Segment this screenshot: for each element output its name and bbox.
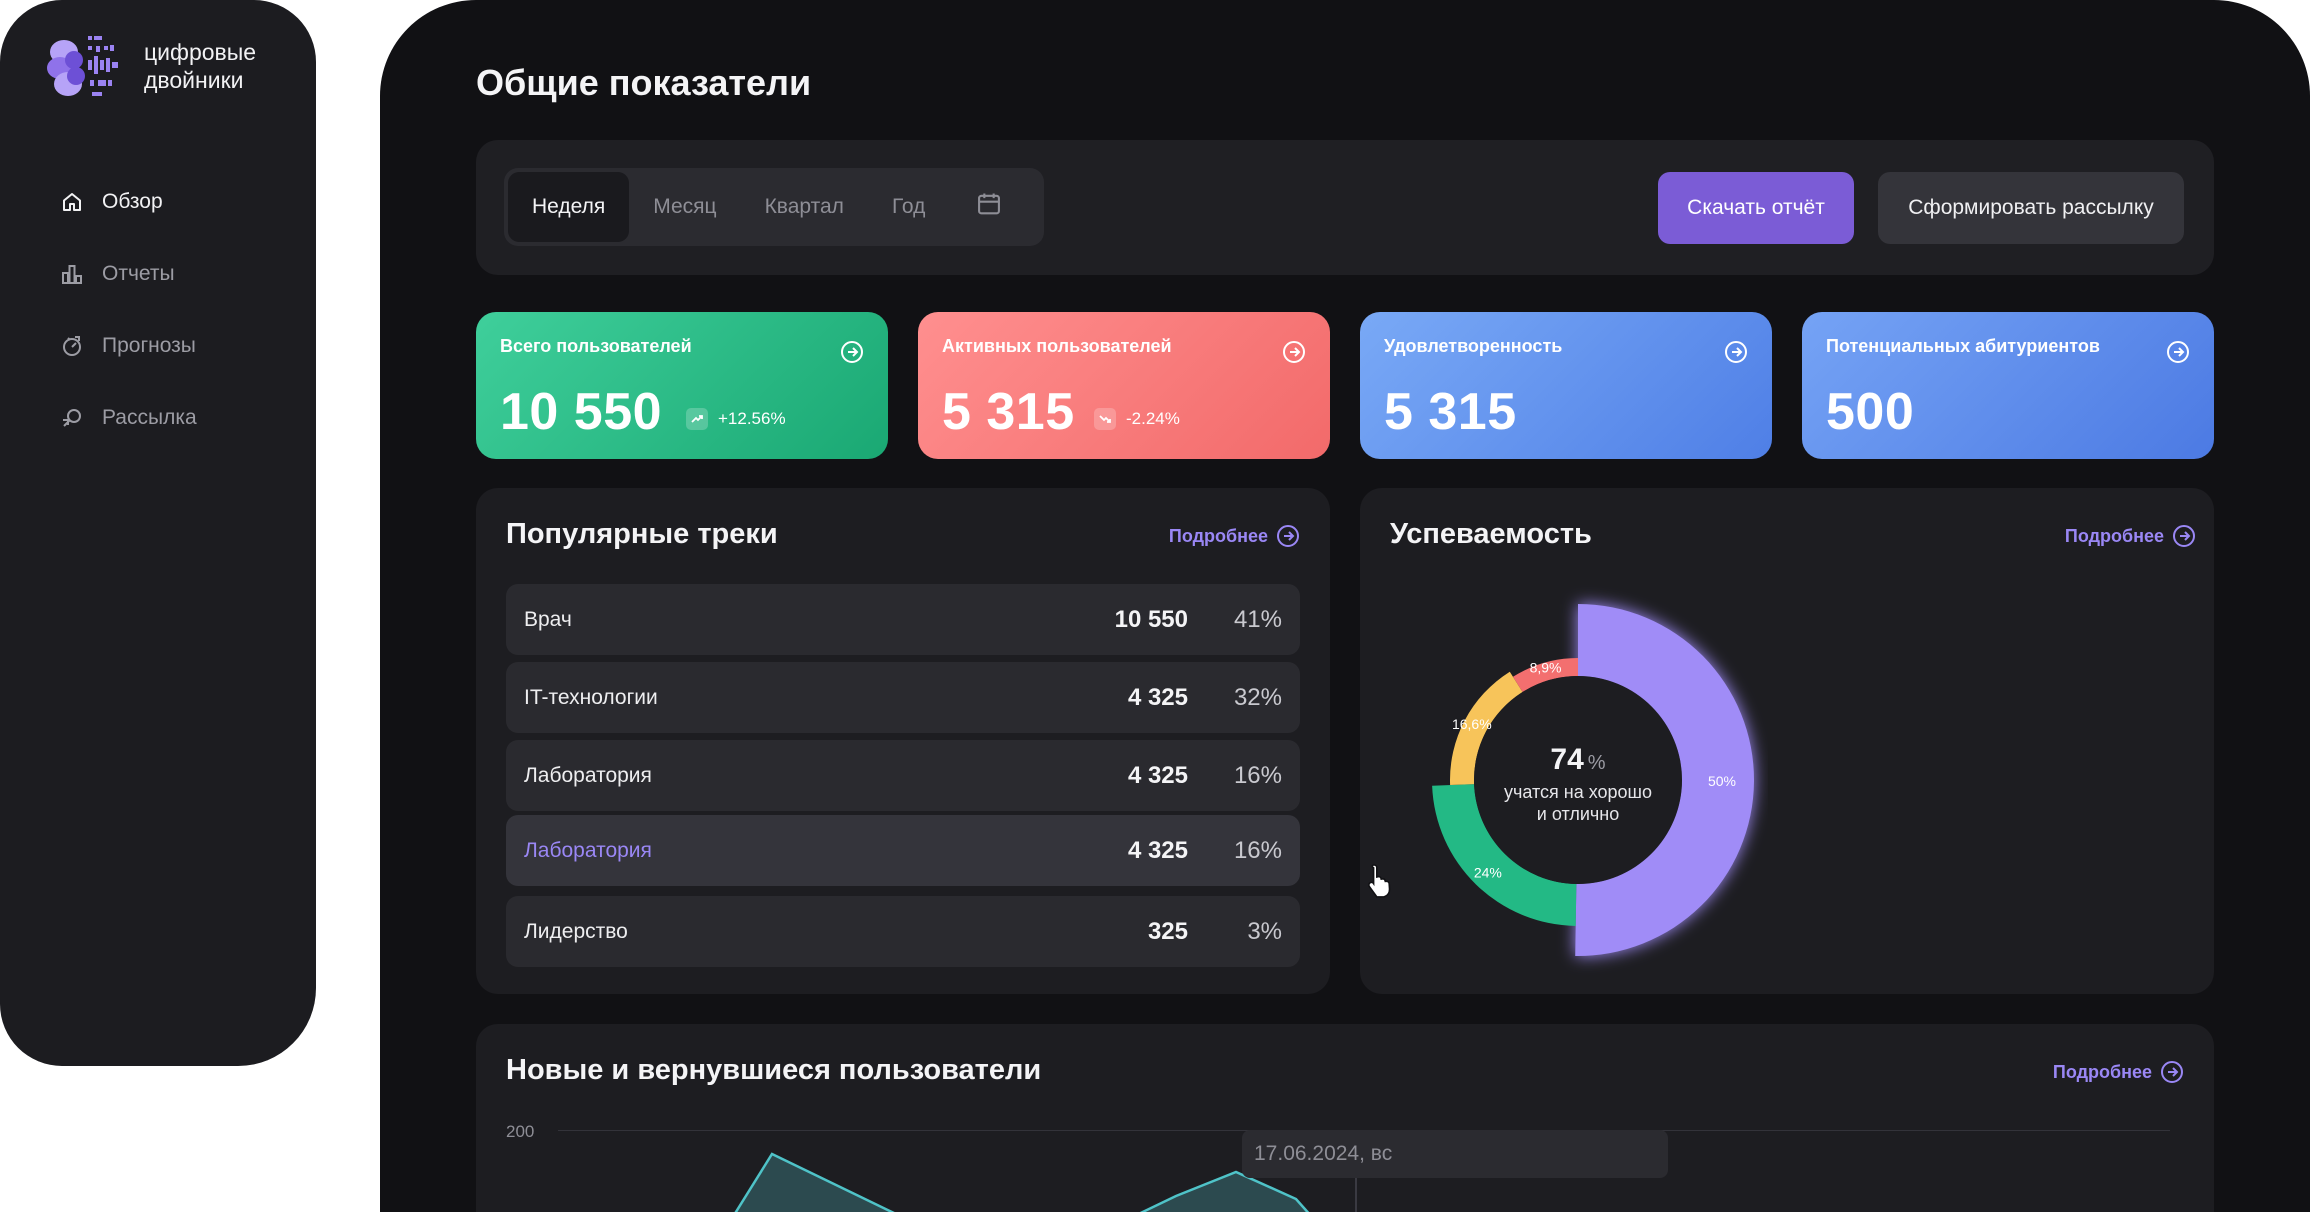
area-series-1-peak bbox=[1139, 1170, 1310, 1212]
trend-down-icon bbox=[1094, 408, 1116, 430]
forecast-icon bbox=[58, 332, 86, 360]
create-mailing-button[interactable]: Сформировать рассылку bbox=[1878, 172, 2184, 244]
kpi-value: 5 315 bbox=[942, 383, 1075, 441]
track-count: 325 bbox=[1147, 917, 1188, 945]
sidebar: цифровые двойники Обзор Отчеты Прогнозы … bbox=[0, 0, 316, 1066]
kpi-label: Потенциальных абитуриентов bbox=[1826, 336, 2100, 356]
panel-title: Популярные треки bbox=[506, 518, 778, 550]
popular-tracks-panel: Популярные треки Подробнее Врач 10 550 4… bbox=[476, 488, 1330, 994]
track-count: 4 325 bbox=[1127, 836, 1188, 864]
track-name: Врач bbox=[524, 607, 572, 631]
track-row[interactable]: Лаборатория 4 325 16% bbox=[506, 740, 1300, 811]
trend-up-icon bbox=[686, 408, 708, 430]
track-percent: 16% bbox=[1233, 761, 1282, 789]
arrow-circle-right-icon bbox=[1725, 341, 1747, 363]
brand-line-2: двойники bbox=[144, 67, 244, 93]
kpi-delta-value: +12.56% bbox=[718, 409, 786, 428]
track-row[interactable]: IT-технологии 4 325 32% bbox=[506, 662, 1300, 733]
donut-slice-label: 16,6% bbox=[1452, 716, 1492, 732]
track-row-hovered[interactable]: Лаборатория 4 325 16% bbox=[506, 815, 1300, 886]
donut-center-caption-2: и отлично bbox=[1537, 804, 1619, 824]
sidebar-item-forecasts[interactable]: Прогнозы bbox=[58, 310, 197, 382]
period-switcher: Неделя Месяц Квартал Год bbox=[504, 168, 1044, 246]
track-percent: 32% bbox=[1233, 683, 1282, 711]
donut-slice-label: 24% bbox=[1474, 864, 1502, 880]
calendar-icon bbox=[975, 190, 1003, 224]
panel-title: Успеваемость bbox=[1390, 518, 1592, 550]
period-year[interactable]: Год bbox=[868, 172, 949, 242]
kpi-delta-value: -2.24% bbox=[1126, 409, 1180, 428]
track-name: IT-технологии bbox=[524, 685, 658, 709]
kpi-value: 10 550 bbox=[500, 383, 663, 441]
new-users-panel: Новые и вернувшиеся пользователи Подробн… bbox=[476, 1024, 2214, 1212]
sidebar-item-label: Обзор bbox=[102, 190, 163, 213]
donut-slice-label: 50% bbox=[1708, 773, 1736, 789]
kpi-total-users[interactable]: Всего пользователей 10 550 +12.56% bbox=[476, 312, 888, 459]
performance-more-link[interactable]: Подробнее bbox=[2065, 524, 2196, 548]
period-week[interactable]: Неделя bbox=[508, 172, 630, 242]
app: цифровые двойники Обзор Отчеты Прогнозы … bbox=[0, 0, 2310, 1212]
performance-panel: Успеваемость Подробнее 74% учатся на хор… bbox=[1360, 488, 2214, 994]
logo[interactable]: цифровые двойники bbox=[44, 30, 256, 102]
more-link-label: Подробнее bbox=[2064, 525, 2164, 546]
period-month[interactable]: Месяц bbox=[629, 172, 740, 242]
track-count: 10 550 bbox=[1114, 605, 1188, 633]
sidebar-item-reports[interactable]: Отчеты bbox=[58, 238, 197, 310]
kpi-potential-applicants[interactable]: Потенциальных абитуриентов 500 bbox=[1802, 312, 2214, 459]
sidebar-item-overview[interactable]: Обзор bbox=[58, 166, 197, 238]
area-series-1-peak bbox=[734, 1152, 895, 1212]
track-name: Лидерство bbox=[524, 919, 628, 943]
main-panel: Общие показатели Неделя Месяц Квартал Го… bbox=[380, 0, 2310, 1212]
users-area-chart bbox=[734, 1152, 1357, 1212]
track-percent: 16% bbox=[1233, 836, 1282, 864]
page-title: Общие показатели bbox=[476, 62, 812, 103]
track-name: Лаборатория bbox=[524, 763, 652, 787]
donut-center-caption-1: учатся на хорошо bbox=[1504, 782, 1652, 802]
toolbar: Неделя Месяц Квартал Год Скачать отчёт С… bbox=[476, 140, 2214, 275]
brand-name: цифровые двойники bbox=[144, 38, 256, 94]
arrow-circle-right-icon bbox=[2167, 341, 2189, 363]
track-row[interactable]: Врач 10 550 41% bbox=[506, 584, 1300, 655]
calendar-button[interactable] bbox=[949, 172, 1025, 242]
kpi-delta: +12.56% bbox=[686, 408, 786, 430]
kpi-value: 5 315 bbox=[1384, 383, 1517, 441]
donut-center bbox=[1474, 676, 1682, 884]
arrow-circle-right-icon bbox=[1277, 525, 1299, 547]
chart-tooltip: 17.06.2024, вс bbox=[1242, 1130, 1668, 1178]
logo-mark-icon bbox=[44, 30, 130, 102]
kpi-active-users[interactable]: Активных пользователей 5 315 -2.24% bbox=[918, 312, 1330, 459]
bar-chart-icon bbox=[58, 260, 86, 288]
kpi-satisfaction[interactable]: Удовлетворенность 5 315 bbox=[1360, 312, 1772, 459]
track-count: 4 325 bbox=[1127, 683, 1188, 711]
performance-donut-chart: 74% учатся на хорошо и отлично 50%24%16,… bbox=[1432, 604, 1755, 956]
track-count: 4 325 bbox=[1127, 761, 1188, 789]
track-percent: 41% bbox=[1233, 605, 1282, 633]
sidebar-item-label: Рассылка bbox=[102, 406, 197, 429]
tracks-more-link[interactable]: Подробнее bbox=[1169, 524, 1300, 548]
sidebar-item-label: Отчеты bbox=[102, 262, 175, 285]
sidebar-nav: Обзор Отчеты Прогнозы Рассылка bbox=[58, 166, 197, 454]
hand-cursor-icon bbox=[1368, 864, 1391, 898]
home-icon bbox=[58, 188, 86, 216]
mailing-icon bbox=[58, 404, 86, 432]
sidebar-item-label: Прогнозы bbox=[102, 334, 196, 357]
period-quarter[interactable]: Квартал bbox=[741, 172, 868, 242]
kpi-label: Активных пользователей bbox=[942, 336, 1172, 356]
download-report-button[interactable]: Скачать отчёт bbox=[1658, 172, 1854, 244]
sidebar-item-mailing[interactable]: Рассылка bbox=[58, 382, 197, 454]
arrow-circle-right-icon bbox=[1283, 341, 1305, 363]
track-percent: 3% bbox=[1247, 917, 1282, 945]
track-name: Лаборатория bbox=[524, 838, 652, 862]
donut-slice-label: 8,9% bbox=[1530, 660, 1562, 676]
track-row[interactable]: Лидерство 325 3% bbox=[506, 896, 1300, 967]
arrow-circle-right-icon bbox=[841, 341, 863, 363]
kpi-value: 500 bbox=[1826, 383, 1915, 441]
more-link-label: Подробнее bbox=[1168, 525, 1268, 546]
kpi-delta: -2.24% bbox=[1094, 408, 1180, 430]
kpi-label: Всего пользователей bbox=[500, 336, 692, 356]
kpi-label: Удовлетворенность bbox=[1384, 336, 1563, 356]
brand-line-1: цифровые bbox=[144, 39, 257, 65]
arrow-circle-right-icon bbox=[2173, 525, 2195, 547]
